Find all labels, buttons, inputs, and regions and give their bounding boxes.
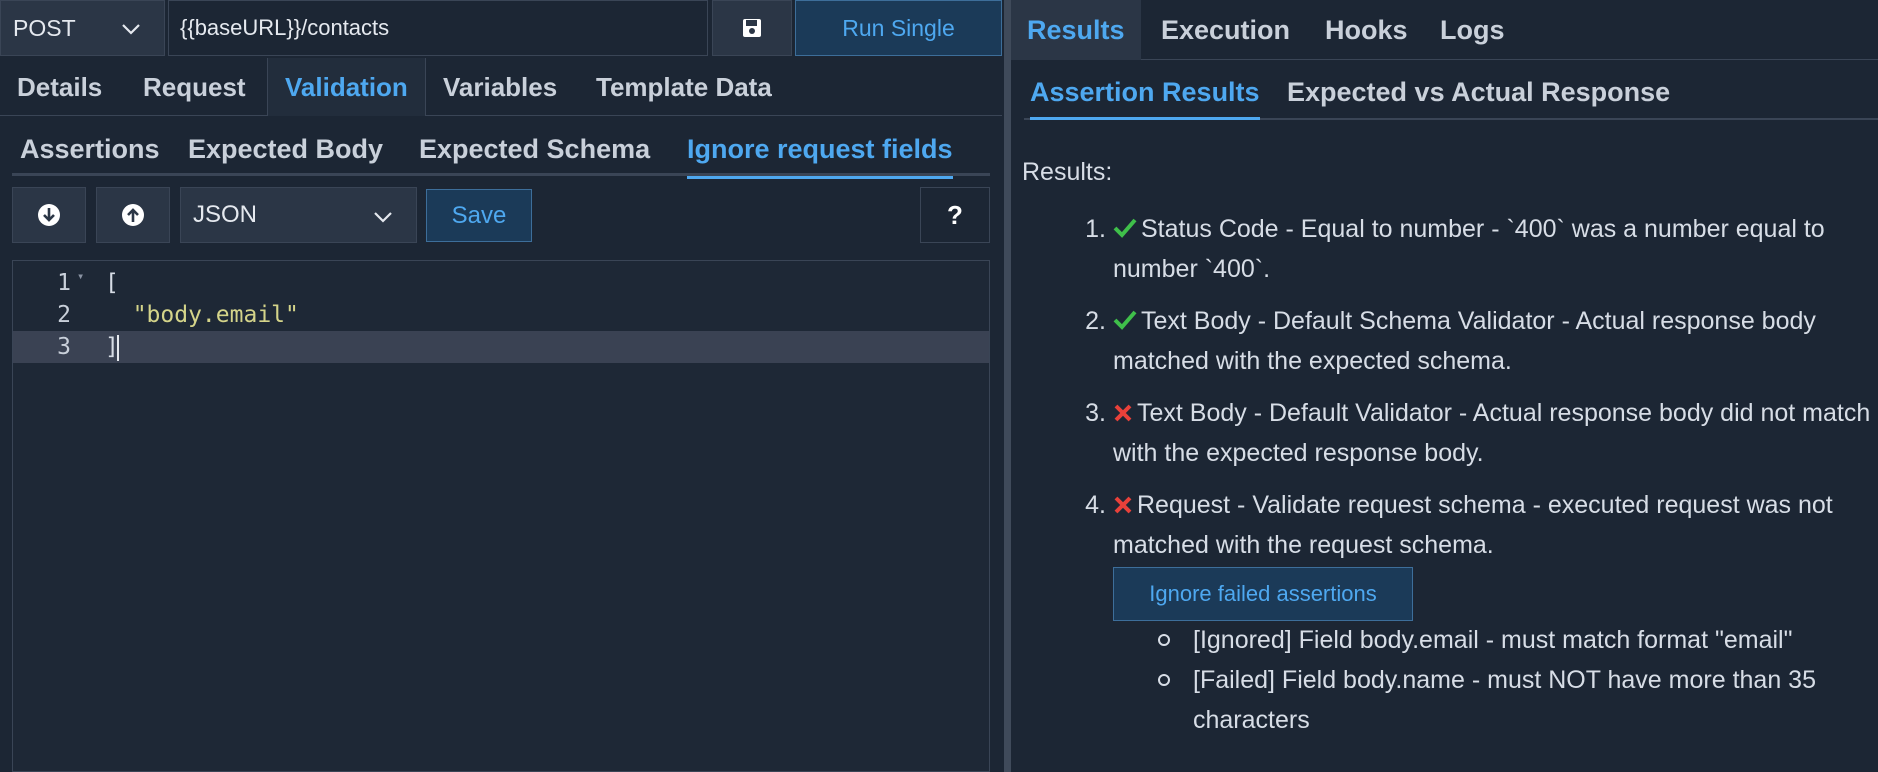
item-text: Text Body - Default Validator - Actual r…	[1113, 399, 1871, 467]
chevron-down-icon	[122, 24, 140, 35]
tab-expected-vs-actual[interactable]: Expected vs Actual Response	[1287, 66, 1670, 118]
cross-icon	[1113, 393, 1137, 433]
tab-results[interactable]: Results	[1011, 0, 1141, 60]
format-value: JSON	[193, 201, 258, 228]
tab-label: Validation	[285, 71, 408, 102]
save-label: Save	[451, 201, 507, 229]
run-single-label: Run Single	[842, 14, 955, 41]
result-subtabs: Assertion Results Expected vs Actual Res…	[1024, 66, 1878, 120]
tab-expected-schema[interactable]: Expected Schema	[419, 122, 650, 176]
validation-tabs: Assertions Expected Body Expected Schema…	[12, 122, 990, 179]
detail-text: [Failed] Field body.name - must NOT have…	[1193, 666, 1816, 734]
line-code: [	[105, 270, 119, 296]
tab-label: Details	[17, 71, 103, 102]
text-cursor	[117, 335, 119, 361]
line-number: 1	[57, 270, 71, 296]
tab-request[interactable]: Request	[126, 58, 263, 116]
arrow-down-circle-icon	[38, 204, 60, 226]
bullet-icon	[1158, 634, 1170, 646]
tab-label: Expected vs Actual Response	[1287, 76, 1671, 107]
tab-expected-body[interactable]: Expected Body	[188, 122, 383, 176]
tab-label: Request	[143, 71, 246, 102]
save-button[interactable]: Save	[426, 189, 532, 242]
detail-item: [Failed] Field body.name - must NOT have…	[1158, 660, 1873, 740]
tab-label: Ignore request fields	[687, 133, 953, 164]
tab-label: Results	[1027, 14, 1125, 45]
editor-toolbar: JSON Save ?	[12, 187, 990, 243]
line-code: "body.email"	[105, 302, 299, 328]
line-number: 2	[57, 302, 71, 328]
item-text: Request - Validate request schema - exec…	[1113, 491, 1833, 559]
tab-assertions[interactable]: Assertions	[20, 122, 160, 176]
item-number: 2.	[1085, 307, 1106, 335]
tab-hooks[interactable]: Hooks	[1309, 0, 1424, 60]
tab-label: Logs	[1440, 14, 1505, 45]
tab-label: Hooks	[1325, 14, 1408, 45]
code-editor[interactable]: 1 ▾ [ 2 "body.email" 3 ]	[12, 260, 990, 772]
detail-text: [Ignored] Field body.email - must match …	[1193, 626, 1793, 654]
tab-label: Execution	[1161, 14, 1291, 45]
tab-logs[interactable]: Logs	[1424, 0, 1521, 60]
method-select[interactable]: POST	[0, 0, 165, 56]
ignore-failed-label: Ignore failed assertions	[1149, 581, 1377, 606]
editor-line: 1 ▾ [	[13, 267, 989, 299]
floppy-disk-icon	[743, 19, 761, 37]
tab-execution[interactable]: Execution	[1145, 0, 1306, 60]
item-number: 3.	[1085, 399, 1106, 427]
url-bar: POST {{baseURL}}/contacts Run Single	[0, 0, 1002, 56]
move-up-button[interactable]	[96, 187, 170, 243]
help-label: ?	[947, 199, 963, 230]
tab-template-data[interactable]: Template Data	[579, 58, 789, 116]
editor-line-active: 3 ]	[13, 331, 989, 363]
result-tabs: Results Execution Hooks Logs	[1011, 0, 1878, 60]
request-tabs: Details Request Validation Variables Tem…	[0, 58, 1002, 116]
check-icon	[1113, 301, 1141, 341]
url-value: {{baseURL}}/contacts	[180, 15, 390, 40]
tab-label: Variables	[443, 71, 558, 102]
tab-assertion-results[interactable]: Assertion Results	[1030, 66, 1260, 120]
tab-ignore-request-fields[interactable]: Ignore request fields	[687, 122, 953, 179]
item-text: Text Body - Default Schema Validator - A…	[1113, 307, 1816, 375]
tab-label: Template Data	[596, 71, 772, 102]
results-pane: Results Execution Hooks Logs Assertion R…	[1011, 0, 1878, 772]
arrow-up-circle-icon	[122, 204, 144, 226]
save-request-button[interactable]	[712, 0, 792, 56]
check-icon	[1113, 209, 1141, 249]
request-editor-pane: POST {{baseURL}}/contacts Run Single Det…	[0, 0, 1002, 772]
detail-item: [Ignored] Field body.email - must match …	[1158, 620, 1873, 660]
pane-splitter[interactable]	[1004, 0, 1011, 772]
chevron-down-icon	[374, 212, 392, 223]
tab-label: Assertion Results	[1030, 76, 1260, 107]
fold-arrow-icon[interactable]: ▾	[77, 269, 84, 283]
bullet-icon	[1158, 674, 1170, 686]
method-value: POST	[13, 14, 76, 41]
results-heading: Results:	[1022, 158, 1113, 186]
tab-variables[interactable]: Variables	[426, 58, 574, 116]
item-number: 1.	[1085, 215, 1106, 243]
help-button[interactable]: ?	[920, 187, 990, 243]
line-number: 3	[57, 334, 71, 360]
tab-label: Assertions	[20, 133, 160, 164]
url-input[interactable]: {{baseURL}}/contacts	[168, 0, 708, 56]
tab-label: Expected Schema	[419, 133, 651, 164]
item-number: 4.	[1085, 491, 1106, 519]
item-text: Status Code - Equal to number - `400` wa…	[1113, 215, 1825, 283]
editor-line: 2 "body.email"	[13, 299, 989, 331]
tab-validation[interactable]: Validation	[267, 58, 426, 116]
cross-icon	[1113, 485, 1137, 525]
tab-details[interactable]: Details	[0, 58, 119, 116]
move-down-button[interactable]	[12, 187, 86, 243]
ignore-failed-assertions-button[interactable]: Ignore failed assertions	[1113, 567, 1413, 621]
run-single-button[interactable]: Run Single	[795, 0, 1002, 56]
tab-label: Expected Body	[188, 133, 384, 164]
format-select[interactable]: JSON	[180, 187, 417, 243]
